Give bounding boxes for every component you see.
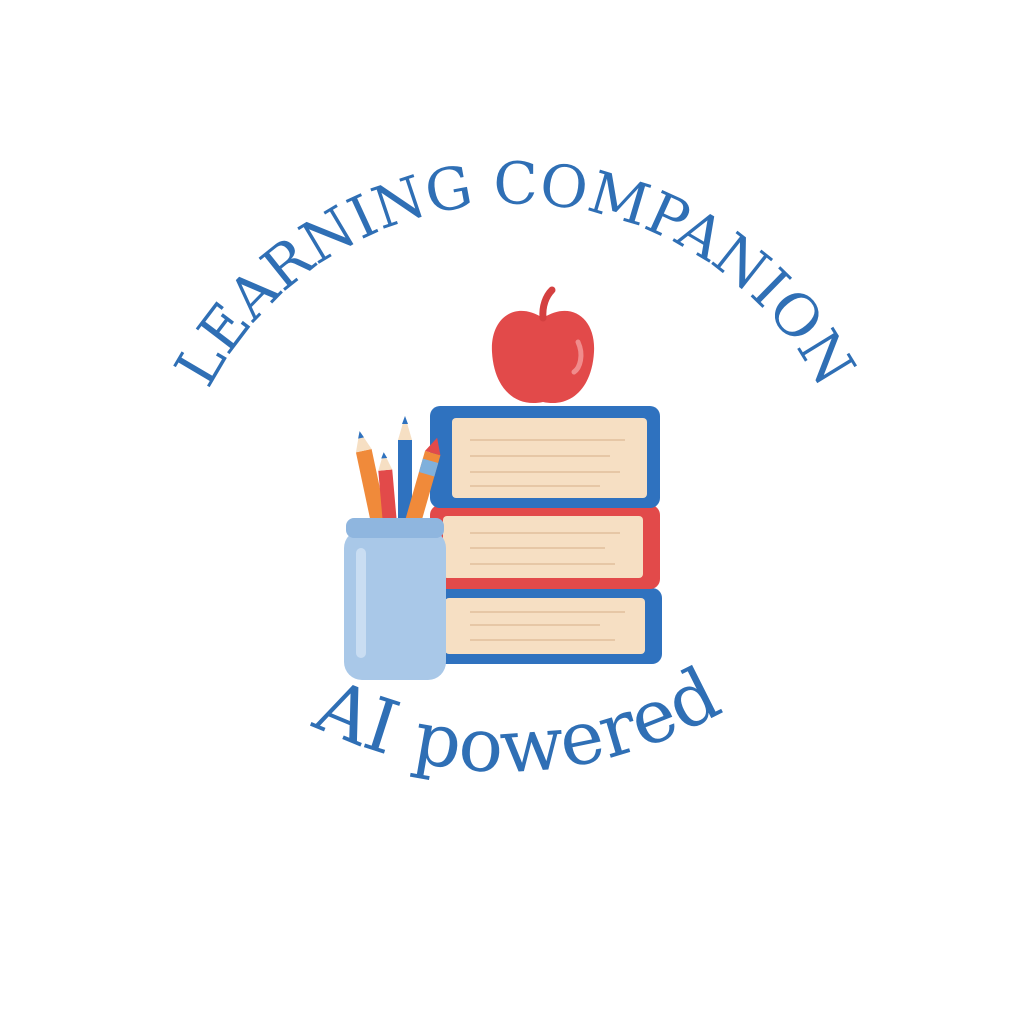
illustration (344, 286, 662, 680)
book-stack-icon (430, 406, 662, 664)
logo-emblem: LEARNING COMPANION AI powered (161, 149, 868, 790)
logo-canvas: LEARNING COMPANION AI powered (0, 0, 1024, 1024)
apple-icon (491, 286, 595, 404)
pencil-jar-icon (344, 518, 446, 680)
